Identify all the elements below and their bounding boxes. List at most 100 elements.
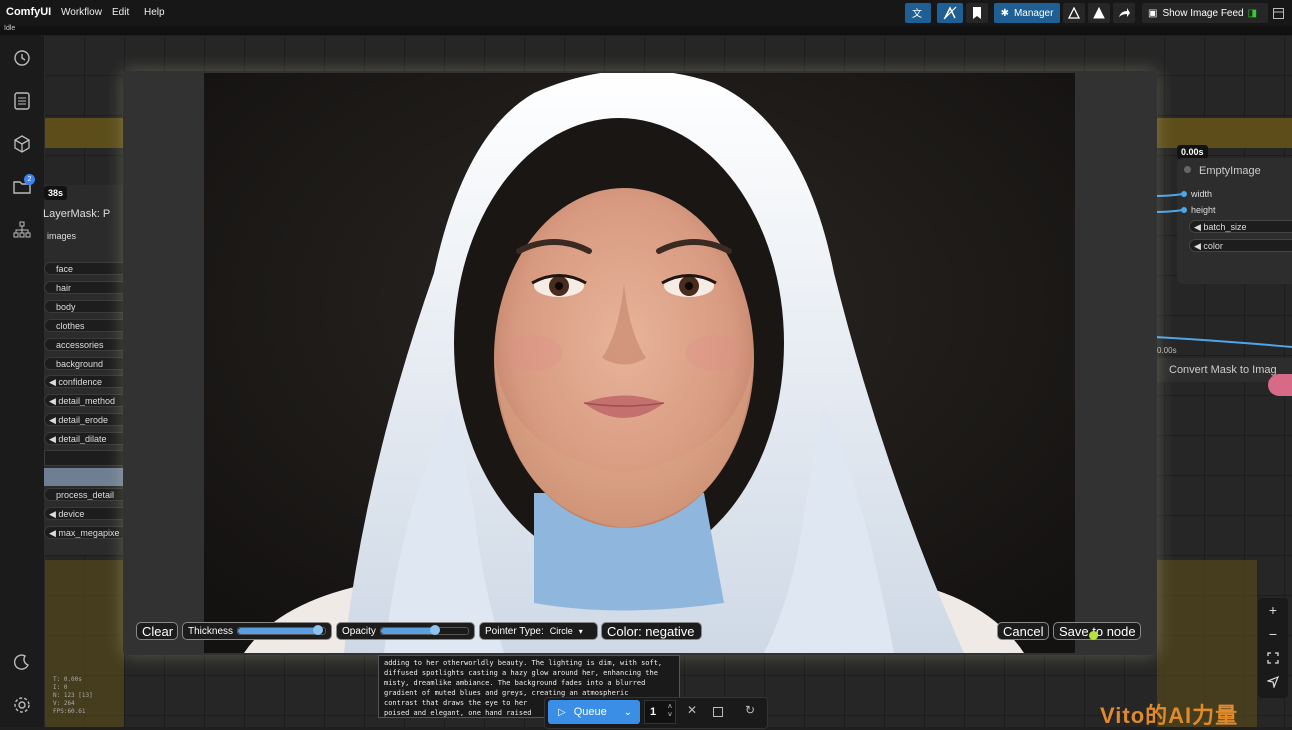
thickness-slider[interactable] (237, 625, 326, 635)
moon-icon[interactable] (11, 651, 33, 673)
share-icon[interactable] (1113, 3, 1135, 23)
queue-status: Idle (4, 25, 16, 32)
zoom-in-icon[interactable]: + (1258, 599, 1288, 621)
link-wires (1155, 193, 1184, 213)
queue-label: Queue (573, 706, 607, 718)
group-band-left (44, 118, 124, 148)
svg-text:文: 文 (912, 7, 922, 20)
widget-highlight[interactable] (44, 468, 124, 486)
refresh-icon[interactable]: ↻ (742, 703, 758, 721)
widget-detail-erode[interactable]: ◀ detail_erode (44, 413, 124, 426)
input-width[interactable]: width (1191, 189, 1212, 199)
left-node-title[interactable]: LayerMask: P (43, 208, 110, 220)
widget-face[interactable]: face (44, 262, 124, 275)
translate-icon[interactable]: 文 (905, 3, 931, 23)
stepper-arrows-icon[interactable]: ˄ ˅ (668, 704, 672, 720)
stat-nodes: N: 123 [13] (53, 692, 93, 699)
menu-help[interactable]: Help (144, 7, 165, 18)
portrait-image (204, 73, 1075, 653)
show-image-feed-button[interactable]: ▣ Show Image Feed ◨ (1142, 3, 1268, 23)
input-height[interactable]: height (1191, 205, 1216, 215)
history-icon[interactable] (11, 47, 33, 69)
cursor-indicator (1089, 631, 1098, 640)
fit-view-icon[interactable] (1258, 647, 1288, 669)
batch-count-value: 1 (650, 706, 657, 718)
translate-float-icon[interactable] (1268, 374, 1292, 396)
model-alt-icon[interactable] (1088, 3, 1110, 23)
node-tree-icon[interactable] (11, 219, 33, 241)
close-icon[interactable]: ✕ (684, 703, 700, 721)
mask-canvas-image[interactable] (204, 73, 1075, 653)
stop-icon[interactable] (710, 703, 726, 721)
widget-device[interactable]: ◀ device (44, 507, 124, 520)
widget-max-megapixels[interactable]: ◀ max_megapixe (44, 526, 124, 539)
render-stats: T: 0.00s I: 0 N: 123 [13] V: 264 FPS:60.… (53, 676, 93, 716)
batch-count-input[interactable]: 1 ˄ ˅ (644, 700, 676, 724)
watermark-logo: Vito的AI力量 (1100, 703, 1239, 728)
app-brand[interactable]: ComfyUI (6, 6, 51, 18)
puzzle-icon: ✱ (1000, 7, 1009, 19)
opacity-label: Opacity (342, 625, 376, 637)
cancel-button[interactable]: Cancel (997, 622, 1049, 640)
widget-clothes[interactable]: clothes (44, 319, 124, 332)
widget-color[interactable]: ◀ color (1189, 239, 1292, 252)
menu-edit[interactable]: Edit (112, 7, 129, 18)
queue-button[interactable]: ▷ Queue ⌄ (548, 700, 640, 724)
opacity-slider-knob[interactable] (429, 625, 440, 635)
widget-background[interactable]: background (44, 357, 124, 370)
node-collapse-dot[interactable] (1184, 166, 1191, 173)
pointer-type-label: Pointer Type: (485, 625, 544, 637)
menu-workflow[interactable]: Workflow (61, 7, 102, 18)
document-icon[interactable] (11, 90, 33, 112)
image-feed-icon: ▣ (1148, 7, 1158, 19)
widget-body[interactable]: body (44, 300, 124, 313)
clear-button[interactable]: Clear (136, 622, 178, 640)
right-node-timer: 0.00s (1177, 145, 1208, 159)
widget-blank[interactable] (44, 450, 124, 466)
opacity-slider[interactable] (379, 625, 469, 635)
zoom-out-icon[interactable]: − (1258, 623, 1288, 645)
thickness-slider-fill (238, 628, 319, 634)
pointer-type-value[interactable]: Circle (550, 626, 573, 636)
color-toggle-button[interactable]: Color: negative (601, 622, 702, 640)
translate-off-icon[interactable] (937, 3, 963, 23)
group-band-right (1157, 118, 1292, 148)
thickness-control[interactable]: Thickness (182, 622, 332, 640)
top-menu-bar: ComfyUI Workflow Edit Help 文 ✱ Manager ▣… (0, 0, 1292, 27)
widget-batch-size[interactable]: ◀ batch_size (1189, 220, 1292, 233)
widget-detail-method[interactable]: ◀ detail_method (44, 394, 124, 407)
left-node-timer: 38s (44, 186, 68, 200)
prompt-line: diffused spotlights casting a hazy glow … (384, 669, 658, 677)
widget-accessories[interactable]: accessories (44, 338, 124, 351)
image-feed-label: Show Image Feed (1162, 7, 1244, 19)
widget-confidence[interactable]: ◀ confidence (44, 375, 124, 388)
stat-fps: FPS:60.61 (53, 708, 86, 715)
thickness-slider-knob[interactable] (313, 625, 324, 635)
stat-i: I: 0 (53, 684, 68, 691)
prompt-line: misty, dreamlike ambiance. The backgroun… (384, 679, 646, 687)
panel-toggle-icon[interactable] (1268, 3, 1288, 23)
convert-node-timer: 0.00s (1157, 346, 1177, 355)
cube-icon[interactable] (11, 133, 33, 155)
model-icon[interactable] (1063, 3, 1085, 23)
widget-hair[interactable]: hair (44, 281, 124, 294)
stat-v: V: 264 (53, 700, 75, 707)
convert-mask-title[interactable]: Convert Mask to Imag (1169, 364, 1277, 376)
widget-detail-dilate[interactable]: ◀ detail_dilate (44, 432, 124, 445)
bookmark-icon[interactable] (966, 3, 988, 23)
play-icon: ▷ (558, 706, 566, 718)
thickness-label: Thickness (188, 625, 234, 637)
pointer-type-control[interactable]: Pointer Type: Circle ▾ (479, 622, 598, 640)
status-line: Idle (0, 25, 1292, 35)
prompt-line: adding to her otherworldly beauty. The l… (384, 659, 663, 667)
widget-process-detail[interactable]: process_detail (44, 488, 124, 501)
chevron-down-icon[interactable]: ⌄ (624, 707, 632, 718)
manager-button[interactable]: ✱ Manager (994, 3, 1060, 23)
navigate-icon[interactable] (1258, 671, 1288, 693)
right-node-title[interactable]: EmptyImage (1199, 165, 1261, 177)
left-sidebar: 2 (0, 35, 45, 727)
opacity-control[interactable]: Opacity (336, 622, 475, 640)
folder-count-badge: 2 (24, 174, 35, 185)
left-node-input[interactable]: images (47, 231, 76, 241)
gear-icon[interactable] (11, 694, 33, 716)
